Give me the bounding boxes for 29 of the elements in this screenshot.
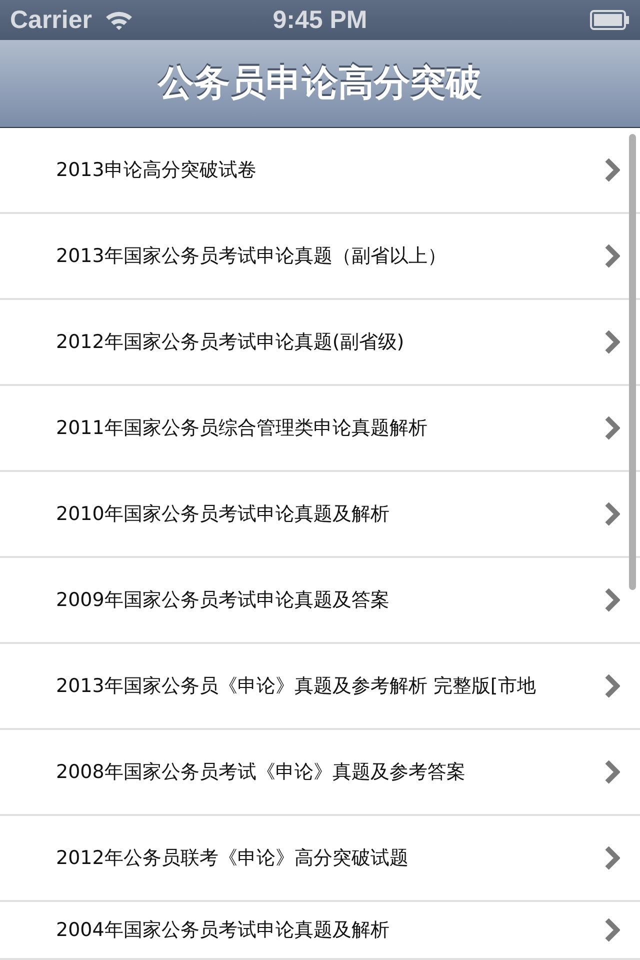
- battery-icon: [590, 10, 630, 30]
- row-label: 2009年国家公务员考试申论真题及答案: [56, 588, 390, 613]
- chevron-icon: [604, 157, 620, 183]
- row-label: 2013年国家公务员《申论》真题及参考解析 完整版[市地: [56, 674, 537, 699]
- list-row[interactable]: 2012年公务员联考《申论》高分突破试题: [0, 816, 640, 902]
- row-label: 2010年国家公务员考试申论真题及解析: [56, 502, 390, 527]
- row-label: 2013年国家公务员考试申论真题（副省以上）: [56, 244, 448, 269]
- row-label: 2012年公务员联考《申论》高分突破试题: [56, 846, 410, 871]
- row-label: 2004年国家公务员考试申论真题及解析: [56, 918, 390, 943]
- wifi-icon: [104, 9, 134, 31]
- screen-title: 公务员申论高分突破: [158, 62, 482, 106]
- row-label: 2013申论高分突破试卷: [56, 158, 258, 183]
- chevron-icon: [604, 673, 620, 699]
- chevron-icon: [604, 243, 620, 269]
- carrier-name: Carrier: [10, 6, 92, 34]
- row-label: 2008年国家公务员考试《申论》真题及参考答案: [56, 760, 466, 785]
- list-row[interactable]: 2008年国家公务员考试《申论》真题及参考答案: [0, 730, 640, 816]
- status-time: 9:45 PM: [272, 6, 368, 34]
- row-label: 2011年国家公务员综合管理类申论真题解析: [56, 416, 428, 441]
- chevron-icon: [604, 845, 620, 871]
- list-row[interactable]: 2013年国家公务员《申论》真题及参考解析 完整版[市地: [0, 644, 640, 730]
- chevron-icon: [604, 501, 620, 527]
- chevron-icon: [604, 329, 620, 355]
- chevron-icon: [604, 415, 620, 441]
- chevron-icon: [604, 917, 620, 943]
- chevron-icon: [604, 759, 620, 785]
- row-label: 2012年国家公务员考试申论真题(副省级): [56, 330, 406, 355]
- list-row[interactable]: 2004年国家公务员考试申论真题及解析: [0, 902, 640, 960]
- chevron-icon: [604, 587, 620, 613]
